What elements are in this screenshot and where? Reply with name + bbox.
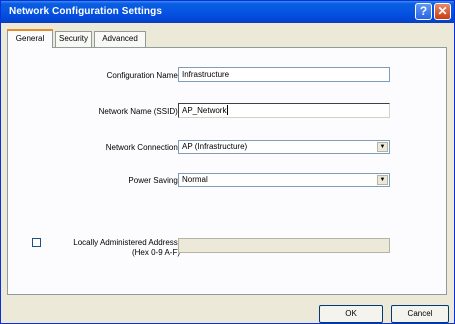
network-connection-value: AP (Infrastructure)	[182, 142, 248, 151]
dialog-window: Network Configuration Settings ? ✕ Gener…	[0, 0, 455, 324]
laa-label: Locally Administered Address:	[73, 238, 180, 247]
tab-general-label: General	[15, 34, 45, 43]
config-name-input[interactable]: Infrastructure	[178, 67, 390, 82]
help-icon: ?	[419, 4, 428, 18]
config-name-value: Infrastructure	[182, 70, 230, 79]
chevron-down-icon[interactable]: ▼	[377, 142, 388, 152]
tab-advanced[interactable]: Advanced	[94, 31, 146, 47]
laa-hint: (Hex 0-9 A-F)	[131, 248, 180, 257]
power-saving-label: Power Saving:	[128, 176, 180, 185]
close-button[interactable]: ✕	[434, 3, 451, 20]
tab-security[interactable]: Security	[55, 31, 92, 47]
network-connection-select[interactable]: AP (Infrastructure) ▼	[178, 140, 390, 154]
power-saving-value: Normal	[182, 175, 208, 184]
cancel-button[interactable]: Cancel	[391, 305, 449, 323]
power-saving-select[interactable]: Normal ▼	[178, 173, 390, 187]
cancel-button-label: Cancel	[407, 309, 433, 318]
config-name-label: Configuration Name:	[106, 71, 180, 80]
ssid-value: AP_Network	[182, 106, 227, 115]
laa-checkbox[interactable]	[32, 238, 41, 247]
close-icon: ✕	[437, 4, 448, 18]
network-connection-label: Network Connection:	[105, 143, 180, 152]
chevron-down-icon[interactable]: ▼	[377, 175, 388, 185]
ok-button[interactable]: OK	[319, 305, 383, 323]
tab-general[interactable]: General	[7, 29, 53, 48]
text-caret	[227, 105, 229, 115]
ok-button-label: OK	[345, 309, 357, 318]
title-bar[interactable]: Network Configuration Settings ? ✕	[1, 1, 454, 23]
general-panel: Configuration Name: Infrastructure Netwo…	[7, 47, 447, 295]
tab-advanced-label: Advanced	[102, 34, 138, 43]
ssid-input[interactable]: AP_Network	[178, 103, 390, 118]
help-button[interactable]: ?	[415, 3, 432, 20]
tab-security-label: Security	[59, 34, 88, 43]
ssid-label: Network Name (SSID):	[98, 107, 180, 116]
window-title: Network Configuration Settings	[9, 6, 162, 17]
laa-input[interactable]	[178, 238, 390, 253]
